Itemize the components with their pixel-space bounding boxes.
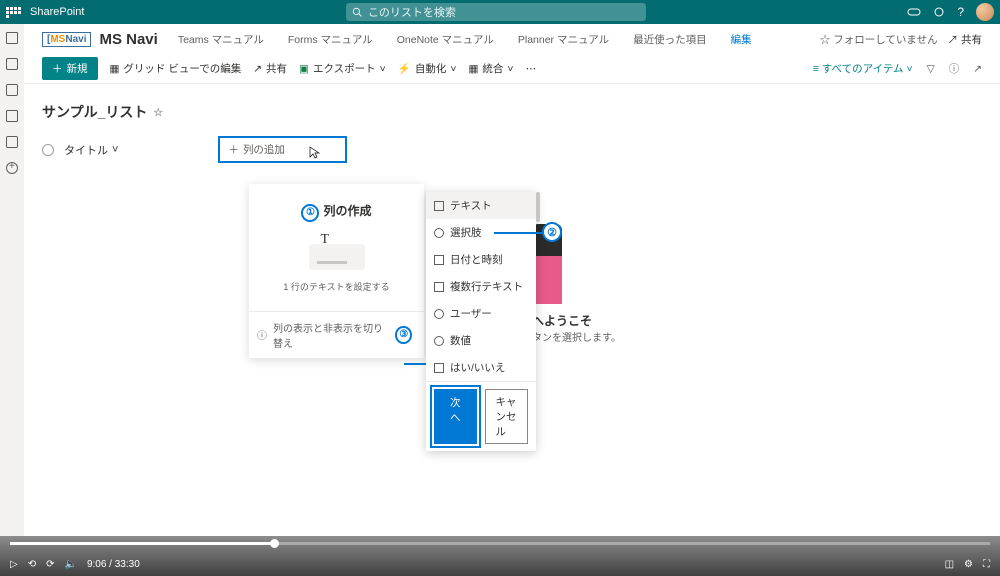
share-button[interactable]: ↗ 共有 bbox=[253, 61, 287, 76]
create-column-panel: ① 列の作成 1 行のテキストを設定する ⓘ 列の表示と非表示を切り替え ③ bbox=[249, 184, 424, 358]
help-icon[interactable]: ? bbox=[957, 5, 964, 19]
cc-icon[interactable]: ◫ bbox=[945, 559, 954, 570]
select-all[interactable] bbox=[42, 144, 54, 156]
expand-icon[interactable]: ↗ bbox=[973, 63, 982, 75]
info-small-icon: ⓘ bbox=[257, 327, 267, 342]
nav-recent[interactable]: 最近使った項目 bbox=[633, 32, 707, 47]
welcome-hero: へようこそ タンを選択します。 bbox=[532, 224, 621, 344]
export-button[interactable]: ▣ エクスポート ˅ bbox=[299, 61, 386, 76]
premium-icon[interactable] bbox=[907, 6, 921, 18]
list-title: サンプル_リスト☆ bbox=[42, 102, 163, 122]
suite-bar: SharePoint このリストを検索 ? bbox=[0, 0, 1000, 24]
app-name: SharePoint bbox=[30, 6, 84, 18]
panel-title: 列の作成 bbox=[323, 204, 371, 218]
skip-fwd-icon[interactable]: ⟳ bbox=[46, 559, 54, 570]
search-placeholder: このリストを検索 bbox=[368, 4, 456, 20]
annotation-2-line bbox=[494, 232, 542, 234]
panel-desc: 1 行のテキストを設定する bbox=[249, 280, 424, 293]
avatar[interactable] bbox=[976, 3, 994, 21]
follow-button[interactable]: ☆ フォローしていません bbox=[820, 32, 938, 47]
settings-icon[interactable] bbox=[933, 6, 945, 18]
volume-icon[interactable]: 🔈 bbox=[64, 559, 76, 570]
site-header: [MSNavi MS Navi Teams マニュアル Forms マニュアル … bbox=[24, 24, 1000, 54]
grid-view-button[interactable]: ▦ グリッド ビューでの編集 bbox=[110, 61, 242, 76]
nav-edit[interactable]: 編集 bbox=[731, 32, 752, 47]
app-launcher-icon[interactable] bbox=[6, 7, 22, 18]
top-nav: Teams マニュアル Forms マニュアル OneNote マニュアル Pl… bbox=[178, 32, 752, 47]
annotation-2: ② bbox=[542, 222, 562, 242]
pages-icon[interactable] bbox=[6, 136, 18, 148]
annotation-3-line bbox=[404, 363, 426, 365]
lists-icon[interactable] bbox=[6, 110, 18, 122]
files-icon[interactable] bbox=[6, 84, 18, 96]
automate-button[interactable]: ⚡ 自動化 ˅ bbox=[398, 61, 457, 76]
welcome-title: へようこそ bbox=[532, 312, 621, 329]
left-rail: + bbox=[0, 24, 24, 536]
skip-back-icon[interactable]: ⟲ bbox=[28, 559, 36, 570]
settings-video-icon[interactable]: ⚙ bbox=[964, 559, 973, 570]
new-button[interactable]: ＋ 新規 bbox=[42, 57, 98, 80]
welcome-sub: タンを選択します。 bbox=[532, 329, 621, 344]
create-icon[interactable]: + bbox=[6, 162, 18, 174]
nav-teams[interactable]: Teams マニュアル bbox=[178, 32, 264, 47]
scrollbar[interactable] bbox=[536, 192, 540, 222]
favorite-icon[interactable]: ☆ bbox=[153, 106, 163, 119]
search-box[interactable]: このリストを検索 bbox=[346, 3, 646, 21]
mysites-icon[interactable] bbox=[6, 58, 18, 70]
annotation-3: ③ bbox=[395, 326, 412, 344]
annotation-1: ① bbox=[301, 204, 319, 222]
site-area: [MSNavi MS Navi Teams マニュアル Forms マニュアル … bbox=[24, 24, 1000, 536]
overflow-button[interactable]: ⋯ bbox=[526, 63, 537, 75]
search-icon bbox=[352, 7, 362, 17]
column-type-illustration bbox=[309, 244, 365, 270]
type-number[interactable]: 数値 bbox=[426, 327, 536, 354]
type-yesno[interactable]: はい/いいえ bbox=[426, 354, 536, 381]
filter-icon[interactable]: ▽ bbox=[927, 63, 935, 75]
column-type-menu: テキスト 選択肢 日付と時刻 複数行テキスト ユーザー 数値 はい/いいえ 次へ… bbox=[426, 192, 536, 451]
video-controls: ▷ ⟲ ⟳ 🔈 9:06 / 33:30 ◫ ⚙ ⛶ bbox=[0, 536, 1000, 576]
cancel-button[interactable]: キャンセル bbox=[485, 389, 529, 444]
nav-planner[interactable]: Planner マニュアル bbox=[518, 32, 609, 47]
toggle-columns-link[interactable]: 列の表示と非表示を切り替え bbox=[273, 320, 389, 350]
type-multiline[interactable]: 複数行テキスト bbox=[426, 273, 536, 300]
time-display: 9:06 / 33:30 bbox=[87, 559, 140, 570]
column-title[interactable]: タイトル ˅ bbox=[64, 142, 118, 158]
list-area: サンプル_リスト☆ タイトル ˅ ＋ 列の追加 bbox=[24, 84, 1000, 163]
home-icon[interactable] bbox=[6, 32, 18, 44]
site-title[interactable]: MS Navi bbox=[99, 31, 157, 48]
progress-bar[interactable] bbox=[10, 542, 990, 545]
type-text[interactable]: テキスト bbox=[426, 192, 536, 219]
cursor-icon bbox=[309, 146, 321, 160]
fullscreen-icon[interactable]: ⛶ bbox=[983, 559, 990, 570]
play-icon[interactable]: ▷ bbox=[10, 559, 18, 570]
nav-forms[interactable]: Forms マニュアル bbox=[288, 32, 373, 47]
type-person[interactable]: ユーザー bbox=[426, 300, 536, 327]
next-button[interactable]: 次へ bbox=[434, 389, 477, 444]
info-icon[interactable]: ⓘ bbox=[949, 61, 960, 76]
type-datetime[interactable]: 日付と時刻 bbox=[426, 246, 536, 273]
view-selector[interactable]: ≡ すべてのアイテム ˅ bbox=[813, 61, 913, 76]
add-column-button[interactable]: ＋ 列の追加 bbox=[218, 136, 347, 163]
integrate-button[interactable]: ▦ 統合 ˅ bbox=[469, 61, 514, 76]
command-bar: ＋ 新規 ▦ グリッド ビューでの編集 ↗ 共有 ▣ エクスポート ˅ ⚡ 自動… bbox=[24, 54, 1000, 84]
share-site-button[interactable]: ↗ 共有 bbox=[948, 32, 982, 47]
nav-onenote[interactable]: OneNote マニュアル bbox=[397, 32, 494, 47]
site-logo[interactable]: [MSNavi bbox=[42, 32, 91, 47]
